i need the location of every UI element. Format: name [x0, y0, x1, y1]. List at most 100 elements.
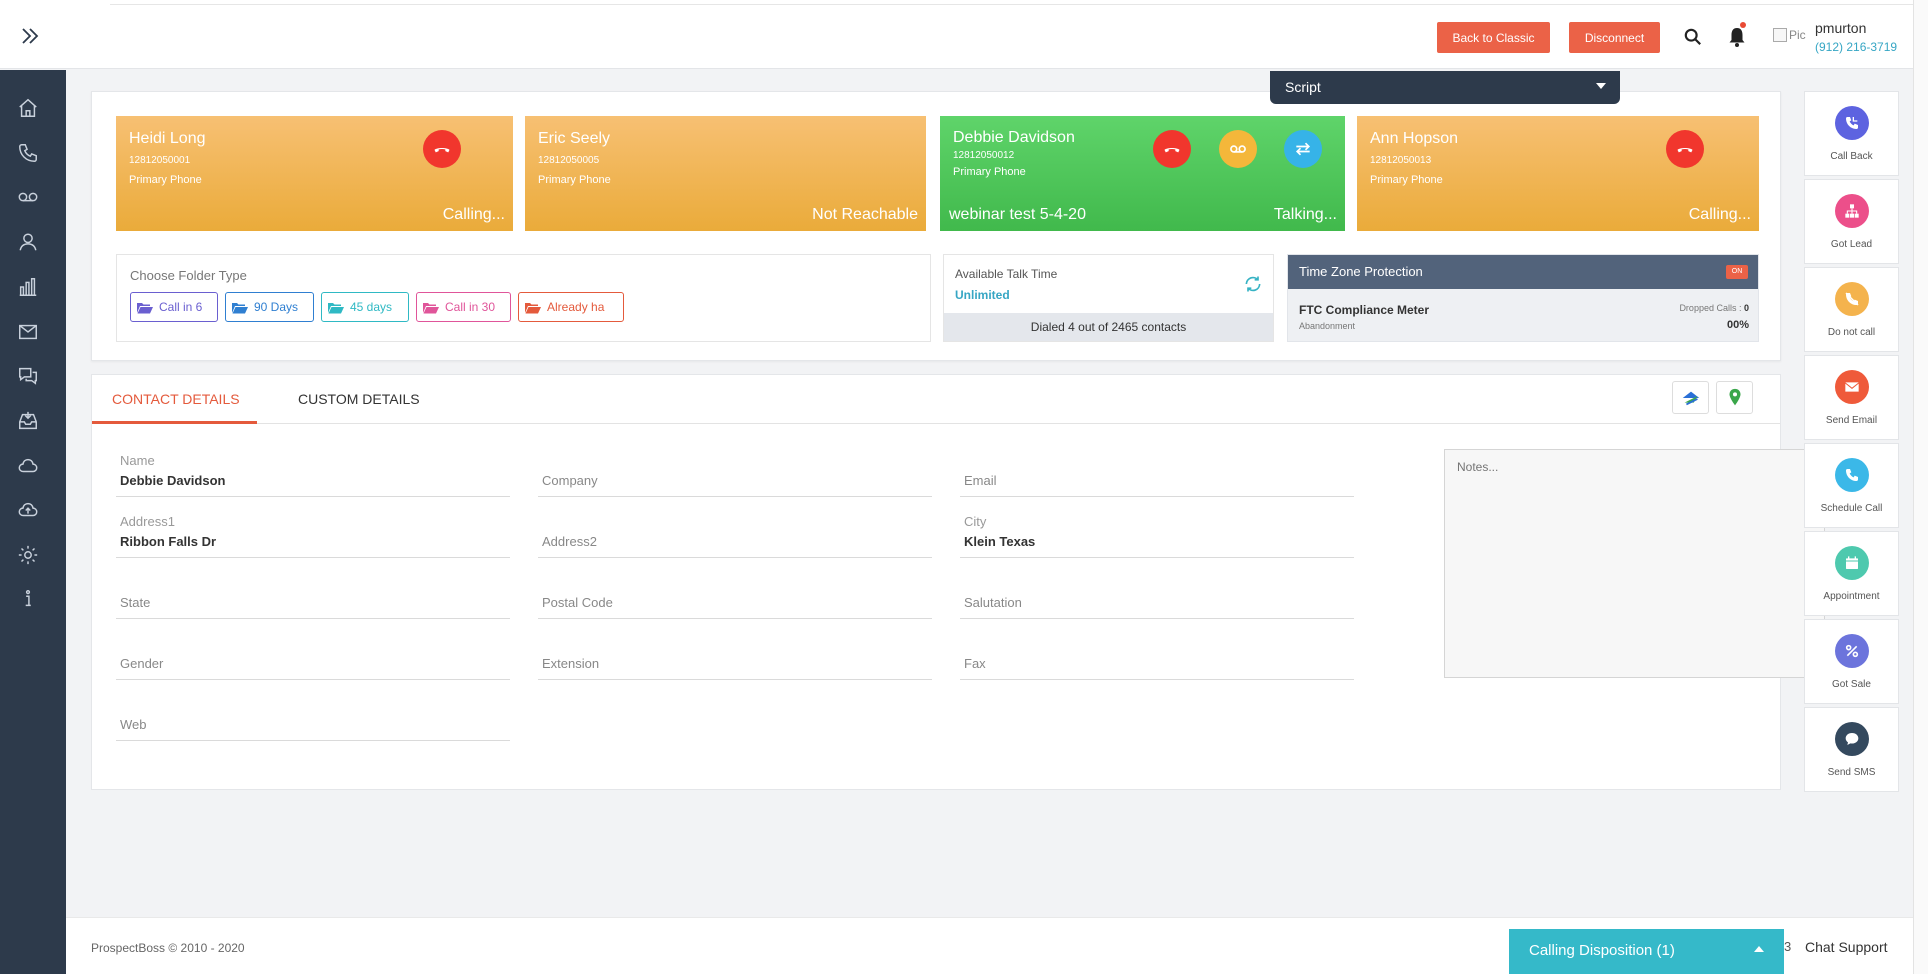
scrollbar[interactable] [1913, 0, 1928, 974]
transfer-button[interactable] [1284, 130, 1322, 168]
postal-code-label: Postal Code [542, 595, 613, 610]
search-icon[interactable] [1684, 28, 1702, 46]
phone-icon[interactable] [15, 140, 41, 166]
schedule-call-label: Schedule Call [1820, 503, 1883, 514]
schedule-call-button[interactable]: Schedule Call [1804, 443, 1899, 528]
lead-card[interactable]: Heidi Long 12812050001 Primary Phone Cal… [116, 116, 513, 231]
folder-chip[interactable]: Already ha [518, 292, 624, 322]
disconnect-button[interactable]: Disconnect [1569, 22, 1660, 53]
folder-chip-label: 45 days [350, 300, 393, 314]
company-field[interactable]: Company [538, 449, 932, 497]
tab-custom-details[interactable]: CUSTOM DETAILS [298, 391, 420, 407]
web-label: Web [120, 717, 147, 732]
bar-chart-icon[interactable] [15, 274, 41, 300]
folder-chip[interactable]: Call in 6 [130, 292, 218, 322]
ftc-meter-title: FTC Compliance Meter [1299, 303, 1430, 317]
map-location-button[interactable] [1716, 381, 1753, 414]
appointment-button[interactable]: Appointment [1804, 531, 1899, 616]
send-sms-label: Send SMS [1827, 767, 1876, 778]
send-sms-button[interactable]: Send SMS [1804, 707, 1899, 792]
sitemap-icon [1834, 194, 1869, 228]
lead-card-active[interactable]: Debbie Davidson 12812050012 Primary Phon… [940, 116, 1345, 231]
folder-open-icon [423, 302, 439, 313]
chat-support-link[interactable]: Chat Support [1805, 939, 1888, 955]
avatar[interactable]: Pic [1773, 28, 1806, 42]
dropped-calls: Dropped Calls : 0 [1679, 303, 1749, 313]
user-name[interactable]: pmurton [1815, 20, 1866, 36]
email-field[interactable]: Email [960, 449, 1354, 497]
dialed-count: Dialed 4 out of 2465 contacts [944, 313, 1273, 341]
top-divider [110, 4, 1913, 5]
footer-count: 3 [1784, 939, 1792, 954]
name-field[interactable]: Name Debbie Davidson [116, 449, 510, 497]
salutation-field[interactable]: Salutation [960, 571, 1354, 619]
lead-number: 12812050005 [538, 155, 600, 166]
extension-field[interactable]: Extension [538, 632, 932, 680]
mail-icon[interactable] [15, 319, 41, 345]
address1-field[interactable]: Address1 Ribbon Falls Dr [116, 510, 510, 558]
user-icon[interactable] [15, 229, 41, 255]
folder-chip[interactable]: Call in 30 [416, 292, 511, 322]
hangup-icon [1677, 147, 1693, 153]
hangup-button[interactable] [423, 130, 461, 168]
hangup-button[interactable] [1153, 130, 1191, 168]
notes-textarea[interactable] [1444, 449, 1825, 678]
state-field[interactable]: State [116, 571, 510, 619]
tz-title: Time Zone Protection [1299, 264, 1423, 279]
got-sale-button[interactable]: Got Sale [1804, 619, 1899, 704]
folder-chip[interactable]: 90 Days [225, 292, 314, 322]
chat-bubbles-icon[interactable] [15, 363, 41, 389]
lead-status: Calling... [1688, 206, 1751, 223]
tz-toggle[interactable]: ON [1726, 265, 1748, 279]
web-field[interactable]: Web [116, 693, 510, 741]
email-label: Email [964, 473, 997, 488]
calendar-icon [1834, 546, 1869, 580]
hangup-button[interactable] [1666, 130, 1704, 168]
info-icon[interactable] [15, 586, 41, 612]
voicemail-drop-button[interactable] [1219, 130, 1257, 168]
calling-disposition-tab[interactable]: Calling Disposition (1) [1509, 929, 1784, 974]
folder-chip-label: Call in 6 [159, 300, 203, 314]
caret-down-icon [1596, 83, 1606, 89]
voicemail-icon [1230, 145, 1246, 153]
lead-card[interactable]: Ann Hopson 12812050013 Primary Phone Cal… [1357, 116, 1759, 231]
got-lead-label: Got Lead [1830, 239, 1873, 250]
call-back-button[interactable]: Call Back [1804, 91, 1899, 176]
lead-card[interactable]: Eric Seely 12812050005 Primary Phone Not… [525, 116, 926, 231]
folder-type-box: Choose Folder Type Call in 6 90 Days 45 … [116, 254, 931, 342]
company-label: Company [542, 473, 598, 488]
cloud-icon[interactable] [15, 453, 41, 479]
voicemail-icon[interactable] [15, 184, 41, 210]
contact-panel: CONTACT DETAILS CUSTOM DETAILS Name Debb… [91, 374, 1825, 790]
tab-contact-details[interactable]: CONTACT DETAILS [112, 391, 240, 407]
expand-sidebar-icon[interactable] [20, 26, 42, 52]
cloud-upload-icon[interactable] [15, 497, 41, 523]
back-to-classic-button[interactable]: Back to Classic [1437, 22, 1550, 53]
postal-code-field[interactable]: Postal Code [538, 571, 932, 619]
folder-open-icon [137, 302, 153, 313]
got-lead-button[interactable]: Got Lead [1804, 179, 1899, 264]
refresh-icon[interactable] [1243, 274, 1263, 294]
do-not-call-button[interactable]: Do not call [1804, 267, 1899, 352]
gender-label: Gender [120, 656, 164, 671]
folder-open-icon [232, 302, 248, 313]
bell-icon[interactable] [1728, 27, 1746, 47]
city-field[interactable]: City Klein Texas [960, 510, 1354, 558]
settings-icon[interactable] [15, 542, 41, 568]
got-sale-label: Got Sale [1832, 679, 1871, 690]
fax-label: Fax [964, 656, 986, 671]
folder-chip[interactable]: 45 days [321, 292, 409, 322]
fax-field[interactable]: Fax [960, 632, 1354, 680]
gender-field[interactable]: Gender [116, 632, 510, 680]
lead-name: Debbie Davidson [953, 129, 1075, 146]
address2-field[interactable]: Address2 [538, 510, 932, 558]
send-email-button[interactable]: Send Email [1804, 355, 1899, 440]
hangup-icon [434, 147, 450, 153]
address2-label: Address2 [542, 534, 597, 549]
folder-type-title: Choose Folder Type [130, 268, 247, 283]
zillow-button[interactable] [1672, 381, 1709, 414]
inbox-icon[interactable] [15, 408, 41, 434]
script-dropdown[interactable]: Script [1270, 71, 1620, 104]
home-icon[interactable] [15, 95, 41, 121]
call-back-label: Call Back [1830, 151, 1873, 162]
